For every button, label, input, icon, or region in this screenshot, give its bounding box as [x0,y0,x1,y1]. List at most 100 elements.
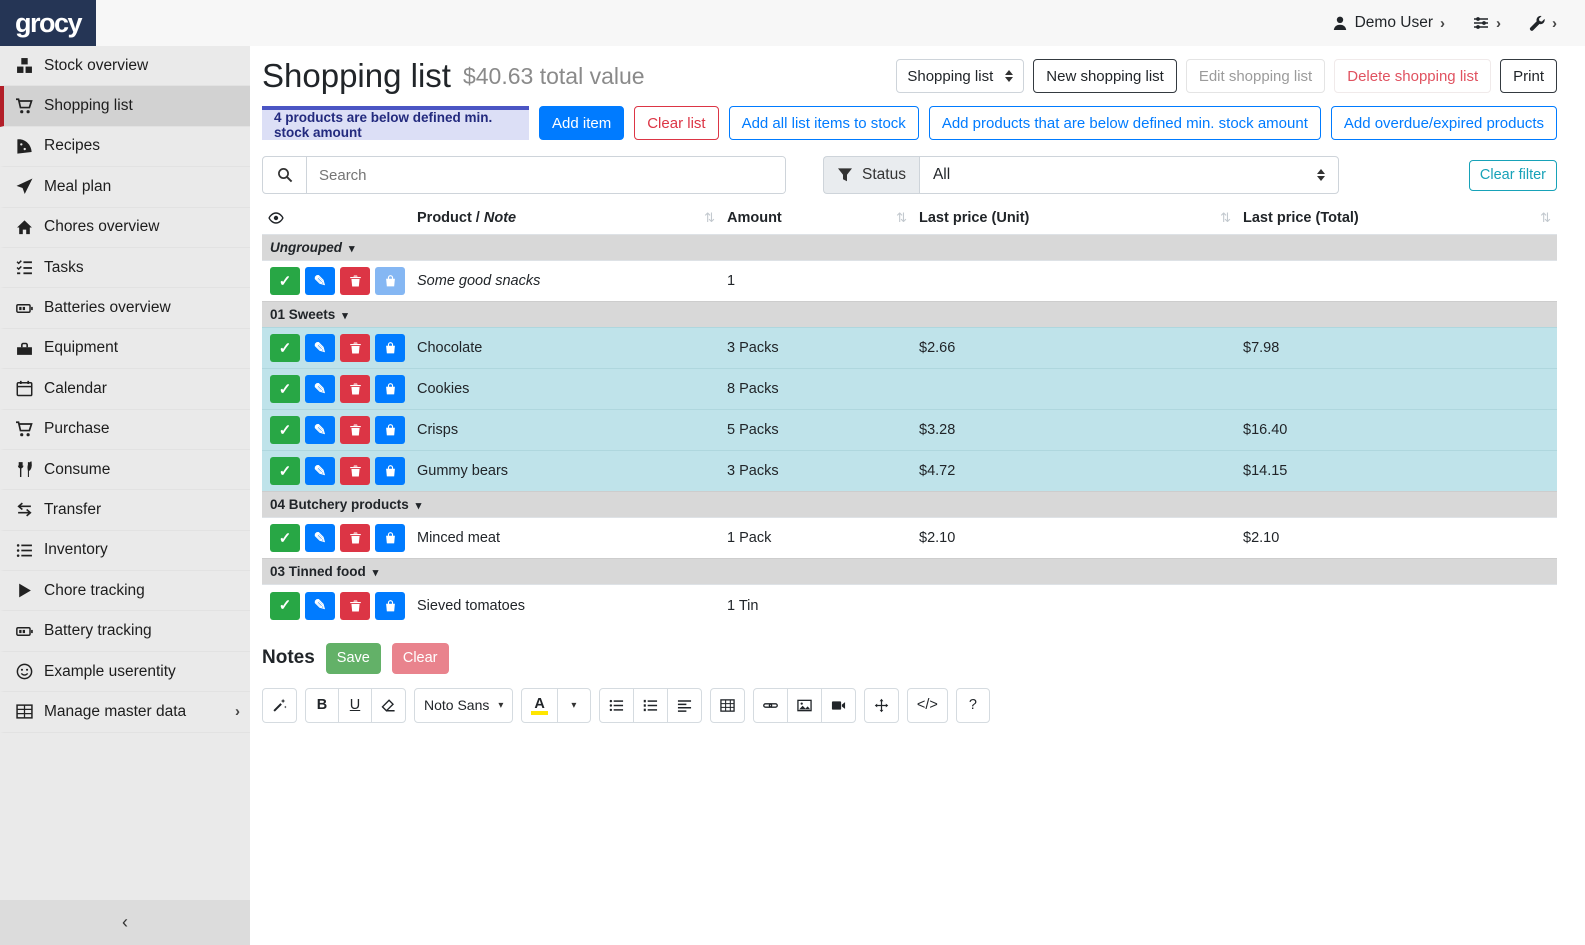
add-to-stock-button[interactable] [375,334,405,362]
insert-table-button[interactable] [710,688,745,723]
mark-done-button[interactable]: ✓ [270,375,300,403]
add-all-to-stock-button[interactable]: Add all list items to stock [729,106,919,140]
style-magic-button[interactable] [262,688,297,723]
column-header-price-total[interactable]: Last price (Total)⇅ [1237,202,1557,235]
insert-picture-button[interactable] [787,688,822,723]
group-header-ungrouped[interactable]: Ungrouped▾ [262,235,1557,261]
ordered-list-button[interactable] [633,688,668,723]
sidebar-item-example-userentity[interactable]: Example userentity [0,652,250,692]
sidebar-item-equipment[interactable]: Equipment [0,329,250,369]
mark-done-button[interactable]: ✓ [270,267,300,295]
sidebar-item-recipes[interactable]: Recipes [0,127,250,167]
delete-item-button[interactable] [340,416,370,444]
column-header-product[interactable]: Product / Note⇅ [411,202,721,235]
status-filter-select[interactable]: All [919,156,1339,194]
sidebar-item-manage-master-data[interactable]: Manage master data › [0,692,250,732]
help-button[interactable]: ? [956,688,990,723]
delete-shopping-list-button[interactable]: Delete shopping list [1334,59,1491,93]
caret-down-icon: ▾ [416,500,422,512]
group-header-butchery[interactable]: 04 Butchery products▾ [262,492,1557,518]
bold-button[interactable]: B [305,688,339,723]
sidebar-item-batteries-overview[interactable]: Batteries overview [0,288,250,328]
add-to-stock-button[interactable] [375,457,405,485]
edit-item-button[interactable]: ✎ [305,592,335,620]
user-menu[interactable]: Demo User › [1332,14,1445,32]
search-input[interactable] [307,157,785,193]
sidebar-collapse-button[interactable]: ‹ [0,900,250,945]
sidebar-item-purchase[interactable]: Purchase [0,410,250,450]
sidebar-item-inventory[interactable]: Inventory [0,531,250,571]
code-view-button[interactable]: </> [907,688,948,723]
notes-save-button[interactable]: Save [326,643,381,674]
edit-shopping-list-button[interactable]: Edit shopping list [1186,59,1325,93]
sidebar-item-tasks[interactable]: Tasks [0,248,250,288]
delete-item-button[interactable] [340,457,370,485]
product-name: Gummy bears [411,451,721,492]
mark-done-button[interactable]: ✓ [270,524,300,552]
sidebar-item-consume[interactable]: Consume [0,450,250,490]
clear-formatting-button[interactable] [371,688,406,723]
edit-item-button[interactable]: ✎ [305,416,335,444]
sidebar-item-transfer[interactable]: Transfer [0,490,250,530]
table-row: ✓ ✎ Some good snacks 1 [262,261,1557,302]
notes-title: Notes [262,647,315,669]
delete-item-button[interactable] [340,334,370,362]
mark-done-button[interactable]: ✓ [270,592,300,620]
user-icon [1332,15,1348,31]
visibility-column-header[interactable] [262,202,411,235]
new-shopping-list-button[interactable]: New shopping list [1033,59,1177,93]
column-header-amount[interactable]: Amount⇅ [721,202,913,235]
settings-menu[interactable]: › [1473,15,1501,32]
add-to-stock-button[interactable] [375,416,405,444]
table-row: ✓ ✎ Sieved tomatoes 1 Tin [262,585,1557,626]
edit-item-button[interactable]: ✎ [305,457,335,485]
add-below-min-stock-button[interactable]: Add products that are below defined min.… [929,106,1321,140]
boxes-icon [16,57,33,74]
sidebar-item-battery-tracking[interactable]: Battery tracking [0,611,250,651]
clear-filter-button[interactable]: Clear filter [1469,160,1557,191]
mark-done-button[interactable]: ✓ [270,457,300,485]
print-button[interactable]: Print [1500,59,1557,93]
edit-item-button[interactable]: ✎ [305,524,335,552]
add-to-stock-button[interactable] [375,592,405,620]
group-header-tinned-food[interactable]: 03 Tinned food▾ [262,559,1557,585]
admin-menu[interactable]: › [1529,15,1557,32]
sidebar-item-meal-plan[interactable]: Meal plan [0,167,250,207]
underline-button[interactable]: U [338,688,372,723]
edit-item-button[interactable]: ✎ [305,375,335,403]
add-to-stock-button[interactable] [375,524,405,552]
add-to-stock-button[interactable] [375,267,405,295]
add-item-button[interactable]: Add item [539,106,624,140]
paragraph-align-button[interactable] [667,688,702,723]
text-color-button[interactable]: A [521,688,557,723]
notes-clear-button[interactable]: Clear [392,643,449,674]
sidebar-item-stock-overview[interactable]: Stock overview [0,46,250,86]
add-overdue-button[interactable]: Add overdue/expired products [1331,106,1557,140]
delete-item-button[interactable] [340,375,370,403]
font-family-button[interactable]: Noto Sans▾ [414,688,513,723]
edit-item-button[interactable]: ✎ [305,267,335,295]
sidebar-item-chores-overview[interactable]: Chores overview [0,208,250,248]
delete-item-button[interactable] [340,267,370,295]
fullscreen-button[interactable] [864,688,899,723]
delete-item-button[interactable] [340,524,370,552]
text-color-dropdown-button[interactable]: ▾ [557,688,591,723]
clear-list-button[interactable]: Clear list [634,106,718,140]
notes-editor-content[interactable] [262,729,1557,945]
mark-done-button[interactable]: ✓ [270,416,300,444]
shopping-list-select[interactable]: Shopping list [896,59,1024,93]
sidebar-item-shopping-list[interactable]: Shopping list [0,86,250,126]
mark-done-button[interactable]: ✓ [270,334,300,362]
add-to-stock-button[interactable] [375,375,405,403]
arrows-alt-icon [874,698,889,713]
insert-link-button[interactable] [753,688,788,723]
edit-item-button[interactable]: ✎ [305,334,335,362]
sidebar-item-chore-tracking[interactable]: Chore tracking [0,571,250,611]
column-header-price-unit[interactable]: Last price (Unit)⇅ [913,202,1237,235]
unordered-list-button[interactable] [599,688,634,723]
table-row: ✓ ✎ Chocolate 3 Packs $2.66 $7.98 [262,328,1557,369]
group-header-sweets[interactable]: 01 Sweets▾ [262,302,1557,328]
delete-item-button[interactable] [340,592,370,620]
insert-video-button[interactable] [821,688,856,723]
sidebar-item-calendar[interactable]: Calendar [0,369,250,409]
